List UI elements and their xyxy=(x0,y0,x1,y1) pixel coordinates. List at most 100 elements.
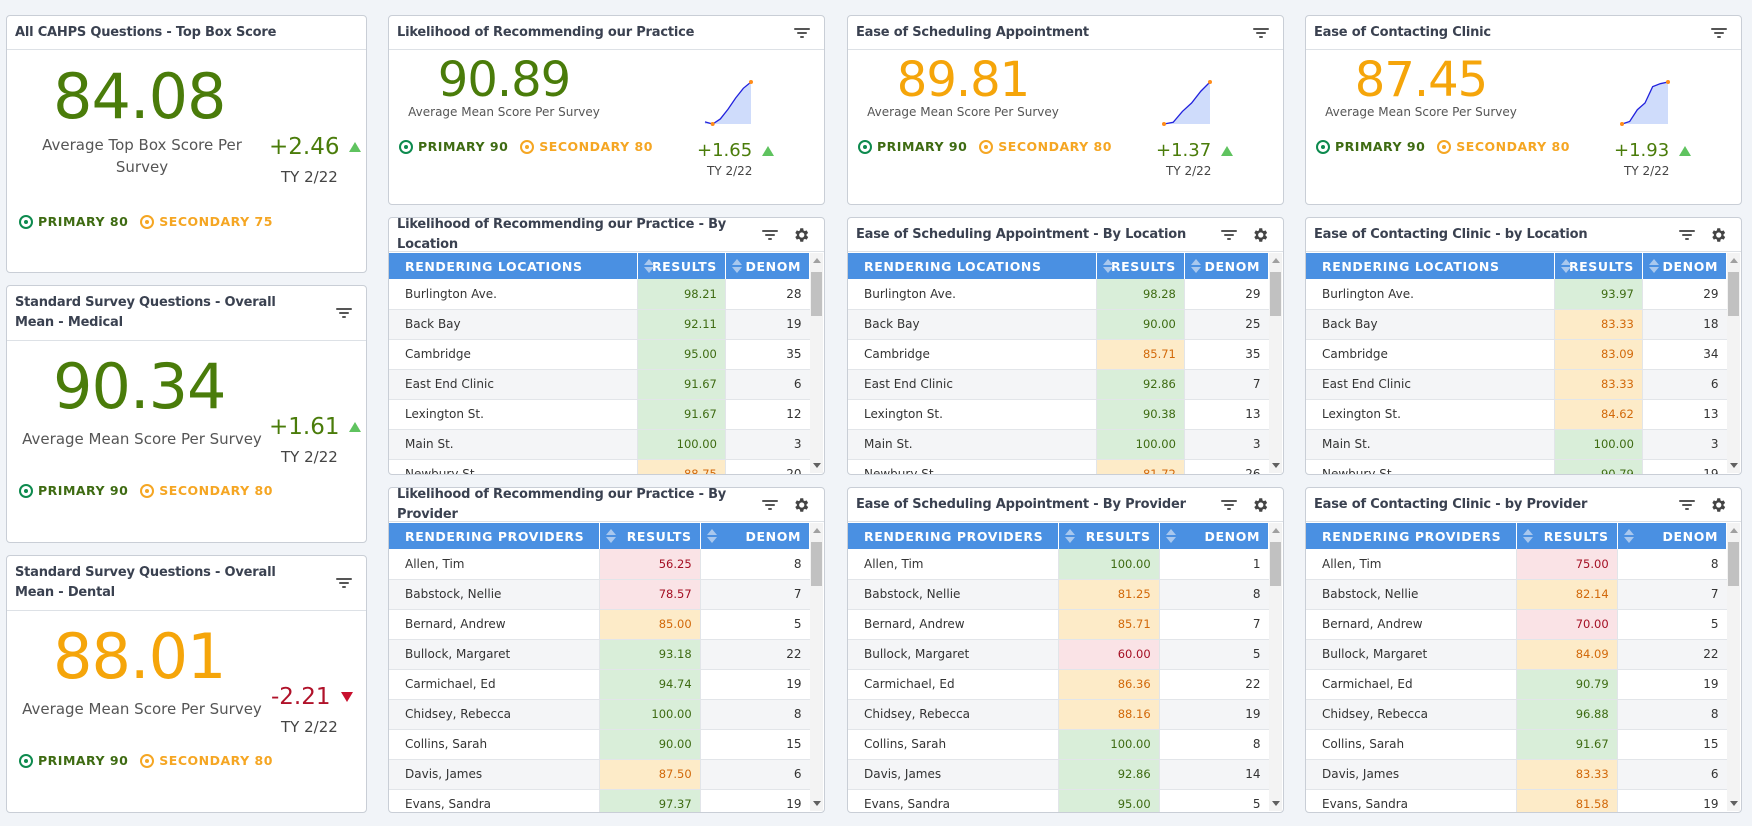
table-row[interactable]: Davis, James 92.86 14 xyxy=(848,759,1269,790)
gear-icon[interactable] xyxy=(1251,226,1269,244)
table-row[interactable]: Davis, James 83.33 6 xyxy=(1306,759,1727,790)
filter-icon[interactable] xyxy=(336,307,352,319)
gear-icon[interactable] xyxy=(792,496,810,514)
column-header-denom[interactable]: DENOM xyxy=(1617,523,1728,549)
gear-icon[interactable] xyxy=(792,226,810,244)
table-row[interactable]: Main St. 100.00 3 xyxy=(848,429,1269,460)
scrollbar[interactable] xyxy=(1269,523,1282,811)
table-row[interactable]: Lexington St. 91.67 12 xyxy=(389,399,810,430)
filter-icon[interactable] xyxy=(762,499,778,511)
sort-icon[interactable] xyxy=(1560,259,1571,273)
filter-icon[interactable] xyxy=(1711,27,1727,39)
scroll-up-icon[interactable] xyxy=(1730,258,1738,263)
table-row[interactable]: Newbury St. 81.72 26 xyxy=(848,459,1269,474)
table-row[interactable]: Chidsey, Rebecca 100.00 8 xyxy=(389,699,810,730)
sort-icon[interactable] xyxy=(1623,529,1634,543)
scrollbar[interactable] xyxy=(810,523,823,811)
column-header-denom[interactable]: DENOM xyxy=(725,253,811,279)
table-row[interactable]: Carmichael, Ed 90.79 19 xyxy=(1306,669,1727,700)
table-row[interactable]: Collins, Sarah 100.00 8 xyxy=(848,729,1269,760)
filter-icon[interactable] xyxy=(1221,499,1237,511)
scroll-down-icon[interactable] xyxy=(813,463,821,468)
table-row[interactable]: Lexington St. 84.62 13 xyxy=(1306,399,1727,430)
table-row[interactable]: Babstock, Nellie 78.57 7 xyxy=(389,579,810,610)
scrollbar[interactable] xyxy=(810,253,823,473)
table-row[interactable]: Chidsey, Rebecca 96.88 8 xyxy=(1306,699,1727,730)
scrollbar[interactable] xyxy=(1269,253,1282,473)
column-header-denom[interactable]: DENOM xyxy=(1184,253,1270,279)
column-header-results[interactable]: RESULTS xyxy=(637,253,726,279)
table-row[interactable]: Cambridge 83.09 34 xyxy=(1306,339,1727,370)
table-row[interactable]: Back Bay 83.33 18 xyxy=(1306,309,1727,340)
table-row[interactable]: Burlington Ave. 98.28 29 xyxy=(848,279,1269,310)
table-row[interactable]: Collins, Sarah 90.00 15 xyxy=(389,729,810,760)
filter-icon[interactable] xyxy=(1679,229,1695,241)
column-header-provider[interactable]: RENDERING PROVIDERS xyxy=(1306,523,1517,549)
column-header-results[interactable]: RESULTS xyxy=(1096,253,1185,279)
table-row[interactable]: Evans, Sandra 95.00 5 xyxy=(848,789,1269,812)
scroll-down-icon[interactable] xyxy=(1730,801,1738,806)
scroll-down-icon[interactable] xyxy=(1730,463,1738,468)
column-header-results[interactable]: RESULTS xyxy=(1516,523,1618,549)
table-row[interactable]: Evans, Sandra 97.37 19 xyxy=(389,789,810,812)
scroll-up-icon[interactable] xyxy=(813,528,821,533)
sort-icon[interactable] xyxy=(1522,529,1533,543)
filter-icon[interactable] xyxy=(794,27,810,39)
column-header-location[interactable]: RENDERING LOCATIONS xyxy=(1306,253,1555,279)
table-row[interactable]: Bernard, Andrew 85.00 5 xyxy=(389,609,810,640)
table-row[interactable]: Main St. 100.00 3 xyxy=(1306,429,1727,460)
scroll-up-icon[interactable] xyxy=(1272,258,1280,263)
sort-icon[interactable] xyxy=(1102,259,1113,273)
table-row[interactable]: Main St. 100.00 3 xyxy=(389,429,810,460)
column-header-denom[interactable]: DENOM xyxy=(700,523,811,549)
column-header-denom[interactable]: DENOM xyxy=(1642,253,1728,279)
scroll-up-icon[interactable] xyxy=(1272,528,1280,533)
table-row[interactable]: Carmichael, Ed 94.74 19 xyxy=(389,669,810,700)
table-row[interactable]: Burlington Ave. 98.21 28 xyxy=(389,279,810,310)
scroll-up-icon[interactable] xyxy=(1730,528,1738,533)
table-row[interactable]: Back Bay 92.11 19 xyxy=(389,309,810,340)
filter-icon[interactable] xyxy=(1253,27,1269,39)
scroll-thumb[interactable] xyxy=(811,542,822,586)
column-header-provider[interactable]: RENDERING PROVIDERS xyxy=(389,523,600,549)
sort-icon[interactable] xyxy=(1165,529,1176,543)
column-header-denom[interactable]: DENOM xyxy=(1159,523,1270,549)
scroll-thumb[interactable] xyxy=(1728,542,1739,586)
scroll-thumb[interactable] xyxy=(1728,272,1739,316)
scroll-thumb[interactable] xyxy=(1270,542,1281,586)
filter-icon[interactable] xyxy=(1221,229,1237,241)
table-row[interactable]: Babstock, Nellie 81.25 8 xyxy=(848,579,1269,610)
table-row[interactable]: Newbury St. 90.79 19 xyxy=(1306,459,1727,474)
scrollbar[interactable] xyxy=(1727,523,1740,811)
table-row[interactable]: East End Clinic 91.67 6 xyxy=(389,369,810,400)
sort-icon[interactable] xyxy=(731,259,742,273)
table-row[interactable]: Bullock, Margaret 93.18 22 xyxy=(389,639,810,670)
sort-icon[interactable] xyxy=(1064,529,1075,543)
scrollbar[interactable] xyxy=(1727,253,1740,473)
column-header-results[interactable]: RESULTS xyxy=(1554,253,1643,279)
sort-icon[interactable] xyxy=(706,529,717,543)
sort-icon[interactable] xyxy=(1190,259,1201,273)
scroll-down-icon[interactable] xyxy=(1272,801,1280,806)
gear-icon[interactable] xyxy=(1251,496,1269,514)
sort-icon[interactable] xyxy=(643,259,654,273)
column-header-results[interactable]: RESULTS xyxy=(1058,523,1160,549)
column-header-location[interactable]: RENDERING LOCATIONS xyxy=(848,253,1097,279)
column-header-results[interactable]: RESULTS xyxy=(599,523,701,549)
table-row[interactable]: East End Clinic 92.86 7 xyxy=(848,369,1269,400)
table-row[interactable]: Allen, Tim 100.00 1 xyxy=(848,549,1269,580)
table-row[interactable]: Evans, Sandra 81.58 19 xyxy=(1306,789,1727,812)
scroll-thumb[interactable] xyxy=(1270,272,1281,316)
scroll-up-icon[interactable] xyxy=(813,258,821,263)
table-row[interactable]: Bernard, Andrew 85.71 7 xyxy=(848,609,1269,640)
table-row[interactable]: Cambridge 85.71 35 xyxy=(848,339,1269,370)
sort-icon[interactable] xyxy=(1648,259,1659,273)
table-row[interactable]: Allen, Tim 56.25 8 xyxy=(389,549,810,580)
scroll-down-icon[interactable] xyxy=(813,801,821,806)
table-row[interactable]: Davis, James 87.50 6 xyxy=(389,759,810,790)
table-row[interactable]: Cambridge 95.00 35 xyxy=(389,339,810,370)
filter-icon[interactable] xyxy=(336,577,352,589)
table-row[interactable]: Bernard, Andrew 70.00 5 xyxy=(1306,609,1727,640)
sort-icon[interactable] xyxy=(605,529,616,543)
table-row[interactable]: East End Clinic 83.33 6 xyxy=(1306,369,1727,400)
